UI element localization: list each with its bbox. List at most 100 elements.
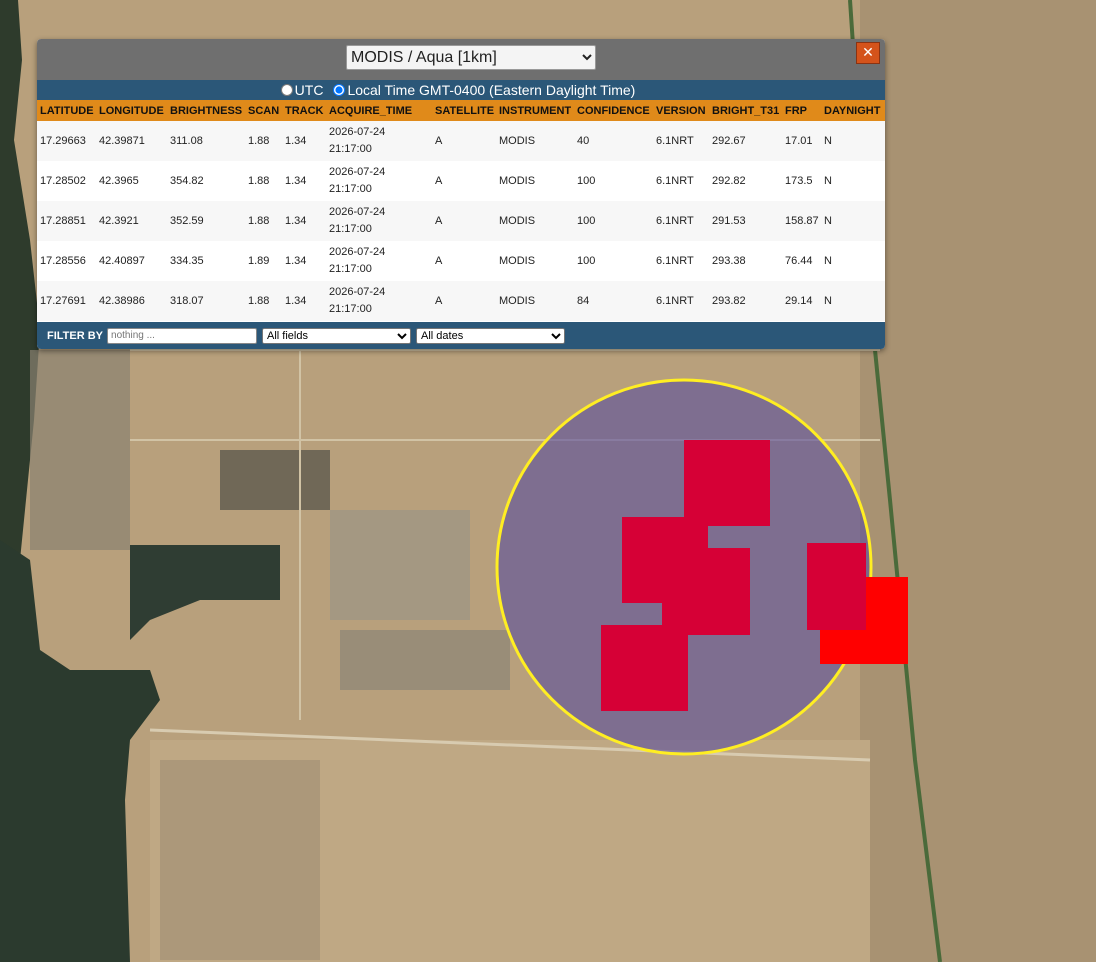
filter-bar: FILTER BY All fields All dates <box>37 322 885 349</box>
local-time-option[interactable]: Local Time GMT-0400 (Eastern Daylight Ti… <box>333 82 635 98</box>
cell-acquire-time: 2026-07-24 21:17:00 <box>326 121 432 161</box>
cell-scan: 1.88 <box>245 201 282 241</box>
cell-brightness: 311.08 <box>167 121 245 161</box>
cell-longitude: 42.39871 <box>96 121 167 161</box>
data-source-select[interactable]: MODIS / Aqua [1km] <box>346 45 596 70</box>
cell-track: 1.34 <box>282 281 326 321</box>
column-header-scan[interactable]: SCAN <box>245 100 282 121</box>
column-header-bright-t31[interactable]: BRIGHT_T31 <box>709 100 782 121</box>
close-button[interactable]: ✕ <box>856 42 880 64</box>
acquire-clock: 21:17:00 <box>329 303 372 315</box>
cell-latitude: 17.27691 <box>37 281 96 321</box>
column-header-version[interactable]: VERSION <box>653 100 709 121</box>
cell-satellite: A <box>432 281 496 321</box>
table-row[interactable]: 17.27691 42.38986 318.07 1.88 1.34 2026-07-24… <box>37 281 885 321</box>
cell-daynight: N <box>821 241 885 281</box>
column-header-latitude[interactable]: LATITUDE <box>37 100 96 121</box>
cell-bright-t31: 292.82 <box>709 161 782 201</box>
column-header-satellite[interactable]: SATELLITE <box>432 100 496 121</box>
local-time-radio[interactable] <box>333 84 346 96</box>
acquire-clock: 21:17:00 <box>329 143 372 155</box>
acquire-date: 2026-07-24 <box>329 166 386 178</box>
acquire-date: 2026-07-24 <box>329 206 386 218</box>
popup-header: MODIS / Aqua [1km] ✕ <box>37 39 885 80</box>
column-header-daynight[interactable]: DAYNIGHT <box>821 100 885 121</box>
cell-instrument: MODIS <box>496 201 574 241</box>
cell-bright-t31: 291.53 <box>709 201 782 241</box>
column-header-instrument[interactable]: INSTRUMENT <box>496 100 574 121</box>
cell-longitude: 42.38986 <box>96 281 167 321</box>
column-header-longitude[interactable]: LONGITUDE <box>96 100 167 121</box>
cell-confidence: 40 <box>574 121 653 161</box>
filter-fields-select[interactable]: All fields <box>262 327 412 344</box>
cell-version: 6.1NRT <box>653 281 709 321</box>
timezone-bar: UTC Local Time GMT-0400 (Eastern Dayligh… <box>37 80 885 100</box>
cell-longitude: 42.3965 <box>96 161 167 201</box>
cell-satellite: A <box>432 241 496 281</box>
cell-track: 1.34 <box>282 201 326 241</box>
cell-bright-t31: 293.38 <box>709 241 782 281</box>
column-header-confidence[interactable]: CONFIDENCE <box>574 100 653 121</box>
tank-farm-west <box>330 510 470 620</box>
cell-instrument: MODIS <box>496 281 574 321</box>
cell-latitude: 17.28556 <box>37 241 96 281</box>
results-table-wrap: LATITUDE LONGITUDE BRIGHTNESS SCAN TRACK ACQU… <box>37 100 885 322</box>
cell-daynight: N <box>821 281 885 321</box>
cell-frp: 173.5 <box>782 161 821 201</box>
table-header-row: LATITUDE LONGITUDE BRIGHTNESS SCAN TRACK ACQU… <box>37 100 885 121</box>
cell-longitude: 42.3921 <box>96 201 167 241</box>
column-header-acquire-time[interactable]: ACQUIRE_TIME <box>326 100 432 121</box>
acquire-clock: 21:17:00 <box>329 263 372 275</box>
cell-version: 6.1NRT <box>653 201 709 241</box>
acquire-date: 2026-07-24 <box>329 126 386 138</box>
cell-confidence: 100 <box>574 201 653 241</box>
cell-brightness: 334.35 <box>167 241 245 281</box>
cell-version: 6.1NRT <box>653 121 709 161</box>
cell-bright-t31: 293.82 <box>709 281 782 321</box>
cell-frp: 158.87 <box>782 201 821 241</box>
cell-instrument: MODIS <box>496 121 574 161</box>
cell-acquire-time: 2026-07-24 21:17:00 <box>326 201 432 241</box>
cell-satellite: A <box>432 201 496 241</box>
cell-daynight: N <box>821 121 885 161</box>
cell-frp: 29.14 <box>782 281 821 321</box>
desert-terrain-east <box>860 0 1096 962</box>
salt-ponds <box>160 760 320 960</box>
cell-longitude: 42.40897 <box>96 241 167 281</box>
cell-scan: 1.89 <box>245 241 282 281</box>
cell-confidence: 84 <box>574 281 653 321</box>
fire-hotspot-pixel[interactable] <box>684 440 770 526</box>
cell-version: 6.1NRT <box>653 241 709 281</box>
cell-scan: 1.88 <box>245 121 282 161</box>
fire-hotspot-pixel[interactable] <box>662 548 750 635</box>
cell-instrument: MODIS <box>496 241 574 281</box>
cell-scan: 1.88 <box>245 281 282 321</box>
fire-data-popup: MODIS / Aqua [1km] ✕ UTC Local Time GMT-… <box>37 39 885 349</box>
filter-input[interactable] <box>107 327 258 344</box>
cell-daynight: N <box>821 161 885 201</box>
cell-latitude: 17.29663 <box>37 121 96 161</box>
acquire-clock: 21:17:00 <box>329 223 372 235</box>
cell-confidence: 100 <box>574 241 653 281</box>
port-area <box>30 350 130 550</box>
fire-hotspot-pixel[interactable] <box>807 543 866 630</box>
column-header-frp[interactable]: FRP <box>782 100 821 121</box>
table-row[interactable]: 17.28502 42.3965 354.82 1.88 1.34 2026-07-24 2… <box>37 161 885 201</box>
table-row[interactable]: 17.29663 42.39871 311.08 1.88 1.34 2026-07-24… <box>37 121 885 161</box>
acquire-clock: 21:17:00 <box>329 183 372 195</box>
cell-acquire-time: 2026-07-24 21:17:00 <box>326 161 432 201</box>
table-row[interactable]: 17.28851 42.3921 352.59 1.88 1.34 2026-07-24 2… <box>37 201 885 241</box>
table-body: 17.29663 42.39871 311.08 1.88 1.34 2026-07-24… <box>37 121 885 321</box>
cell-latitude: 17.28502 <box>37 161 96 201</box>
results-table: LATITUDE LONGITUDE BRIGHTNESS SCAN TRACK ACQU… <box>37 100 885 321</box>
column-header-brightness[interactable]: BRIGHTNESS <box>167 100 245 121</box>
column-header-track[interactable]: TRACK <box>282 100 326 121</box>
fire-hotspot-pixel[interactable] <box>601 625 688 711</box>
acquire-date: 2026-07-24 <box>329 286 386 298</box>
utc-radio[interactable] <box>280 84 293 96</box>
utc-option[interactable]: UTC <box>280 82 323 98</box>
cell-acquire-time: 2026-07-24 21:17:00 <box>326 281 432 321</box>
table-row[interactable]: 17.28556 42.40897 334.35 1.89 1.34 2026-07-24… <box>37 241 885 281</box>
cell-version: 6.1NRT <box>653 161 709 201</box>
filter-dates-select[interactable]: All dates <box>416 327 566 344</box>
